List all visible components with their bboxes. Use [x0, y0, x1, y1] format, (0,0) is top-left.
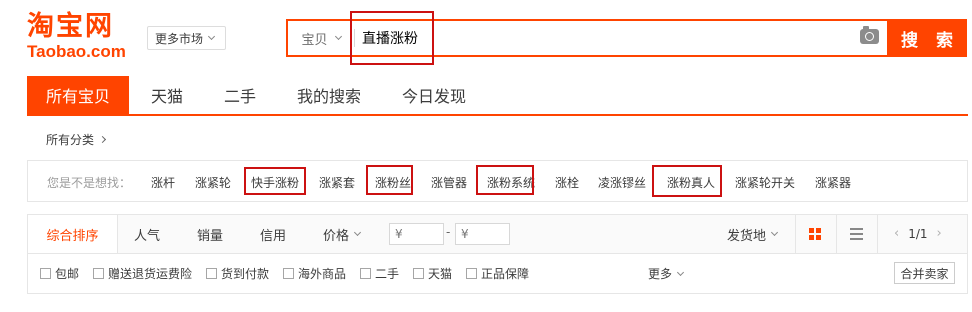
chevron-right-icon: [98, 135, 107, 144]
price-max-input[interactable]: [455, 223, 510, 245]
all-categories-label: 所有分类: [46, 133, 95, 147]
more-markets-label: 更多市场: [155, 31, 204, 46]
suggestion-item[interactable]: 涨粉真人: [667, 174, 715, 191]
grid-view-icon[interactable]: [809, 228, 821, 240]
more-filters-label: 更多: [648, 267, 673, 281]
suggestion-item[interactable]: 涨粉系统: [487, 174, 535, 191]
search-type-label: 宝贝: [301, 32, 328, 48]
filter-label: 天猫: [428, 267, 453, 281]
sort-popularity[interactable]: 人气: [134, 215, 160, 253]
suggestion-title: 您是不是想找：: [47, 176, 132, 190]
filter-label: 海外商品: [298, 267, 347, 281]
all-categories-link[interactable]: 所有分类: [46, 131, 107, 148]
chevron-down-icon: [676, 268, 685, 276]
filter-label: 赠送退货运费险: [108, 267, 193, 281]
page-indicator: 1/1: [908, 226, 928, 241]
sort-comprehensive[interactable]: 综合排序: [28, 215, 118, 253]
filter-genuine[interactable]: 正品保障: [466, 265, 529, 282]
pager: ‹ 1/1 ›: [894, 226, 942, 241]
more-markets-dropdown[interactable]: 更多市场: [147, 26, 226, 50]
search-input[interactable]: [362, 21, 842, 55]
main-tabs: 所有宝贝 天猫 二手 我的搜索 今日发现: [27, 76, 968, 116]
next-page-icon[interactable]: ›: [937, 226, 942, 241]
tab-all-items[interactable]: 所有宝贝: [27, 76, 129, 114]
filter-cash-on-delivery[interactable]: 货到付款: [206, 265, 269, 282]
logo-chinese-text: 淘宝网: [27, 11, 114, 42]
divider: [877, 215, 878, 253]
ship-from-dropdown[interactable]: 发货地: [727, 215, 779, 253]
taobao-logo[interactable]: 淘宝网 Taobao.com: [27, 12, 139, 64]
sort-price[interactable]: 价格: [323, 215, 362, 253]
more-filters-button[interactable]: 更多: [648, 265, 685, 282]
tab-tmall[interactable]: 天猫: [140, 76, 194, 114]
filter-free-shipping[interactable]: 包邮: [40, 265, 79, 282]
filter-return-insurance[interactable]: 赠送退货运费险: [93, 265, 192, 282]
prev-page-icon[interactable]: ‹: [894, 226, 899, 241]
divider: [836, 215, 837, 253]
filter-label: 正品保障: [481, 267, 530, 281]
tab-today-discover[interactable]: 今日发现: [391, 76, 477, 114]
suggestion-item[interactable]: 涨紧轮开关: [735, 174, 795, 191]
suggestion-item[interactable]: 涨紧器: [815, 174, 851, 191]
chevron-down-icon: [334, 32, 342, 41]
sort-price-label: 价格: [323, 228, 350, 244]
sort-sales[interactable]: 销量: [197, 215, 223, 253]
filter-tmall[interactable]: 天猫: [413, 265, 452, 282]
checkbox[interactable]: [360, 268, 371, 279]
suggestion-item[interactable]: 涨管器: [431, 174, 467, 191]
suggestion-item[interactable]: 凌涨镠丝: [598, 174, 646, 191]
filter-label: 货到付款: [221, 267, 270, 281]
suggestion-item[interactable]: 涨紧轮: [195, 174, 231, 191]
filter-label: 包邮: [55, 267, 80, 281]
suggestion-row: 您是不是想找： 涨杆 涨紧轮 快手涨粉 涨紧套 涨粉丝 涨管器 涨粉系统 涨栓 …: [27, 160, 968, 202]
price-separator: -: [446, 225, 451, 239]
suggestion-item[interactable]: 涨紧套: [319, 174, 355, 191]
price-min-input[interactable]: [389, 223, 444, 245]
checkbox[interactable]: [283, 268, 294, 279]
list-view-icon[interactable]: [850, 228, 863, 240]
camera-icon[interactable]: [860, 26, 879, 44]
filter-second-hand[interactable]: 二手: [360, 265, 399, 282]
filter-row: 包邮 赠送退货运费险 货到付款 海外商品 二手 天猫 正品保障 更多 合并卖家: [27, 254, 968, 294]
search-button[interactable]: 搜 索: [887, 19, 967, 57]
chevron-down-icon: [770, 228, 779, 237]
ship-from-label: 发货地: [727, 228, 767, 244]
merge-sellers-button[interactable]: 合并卖家: [894, 262, 955, 284]
sort-bar: 综合排序 人气 销量 信用 价格 - 发货地 ‹ 1/1 ›: [27, 214, 968, 254]
checkbox[interactable]: [466, 268, 477, 279]
filter-label: 二手: [375, 267, 400, 281]
divider: [795, 215, 796, 253]
tab-second-hand[interactable]: 二手: [213, 76, 267, 114]
chevron-down-icon: [353, 228, 362, 237]
search-type-dropdown[interactable]: 宝贝: [288, 21, 354, 55]
suggestion-item[interactable]: 快手涨粉: [251, 174, 299, 191]
logo-english-text: Taobao.com: [27, 42, 126, 61]
search-type-divider: [354, 29, 355, 47]
suggestion-item[interactable]: 涨栓: [555, 174, 579, 191]
sort-credit[interactable]: 信用: [260, 215, 286, 253]
checkbox[interactable]: [413, 268, 424, 279]
checkbox[interactable]: [206, 268, 217, 279]
tab-my-search[interactable]: 我的搜索: [286, 76, 372, 114]
suggestion-item[interactable]: 涨杆: [151, 174, 175, 191]
suggestion-item[interactable]: 涨粉丝: [375, 174, 411, 191]
search-box: 宝贝: [286, 19, 887, 57]
checkbox[interactable]: [40, 268, 51, 279]
checkbox[interactable]: [93, 268, 104, 279]
chevron-down-icon: [207, 32, 216, 41]
filter-overseas[interactable]: 海外商品: [283, 265, 346, 282]
